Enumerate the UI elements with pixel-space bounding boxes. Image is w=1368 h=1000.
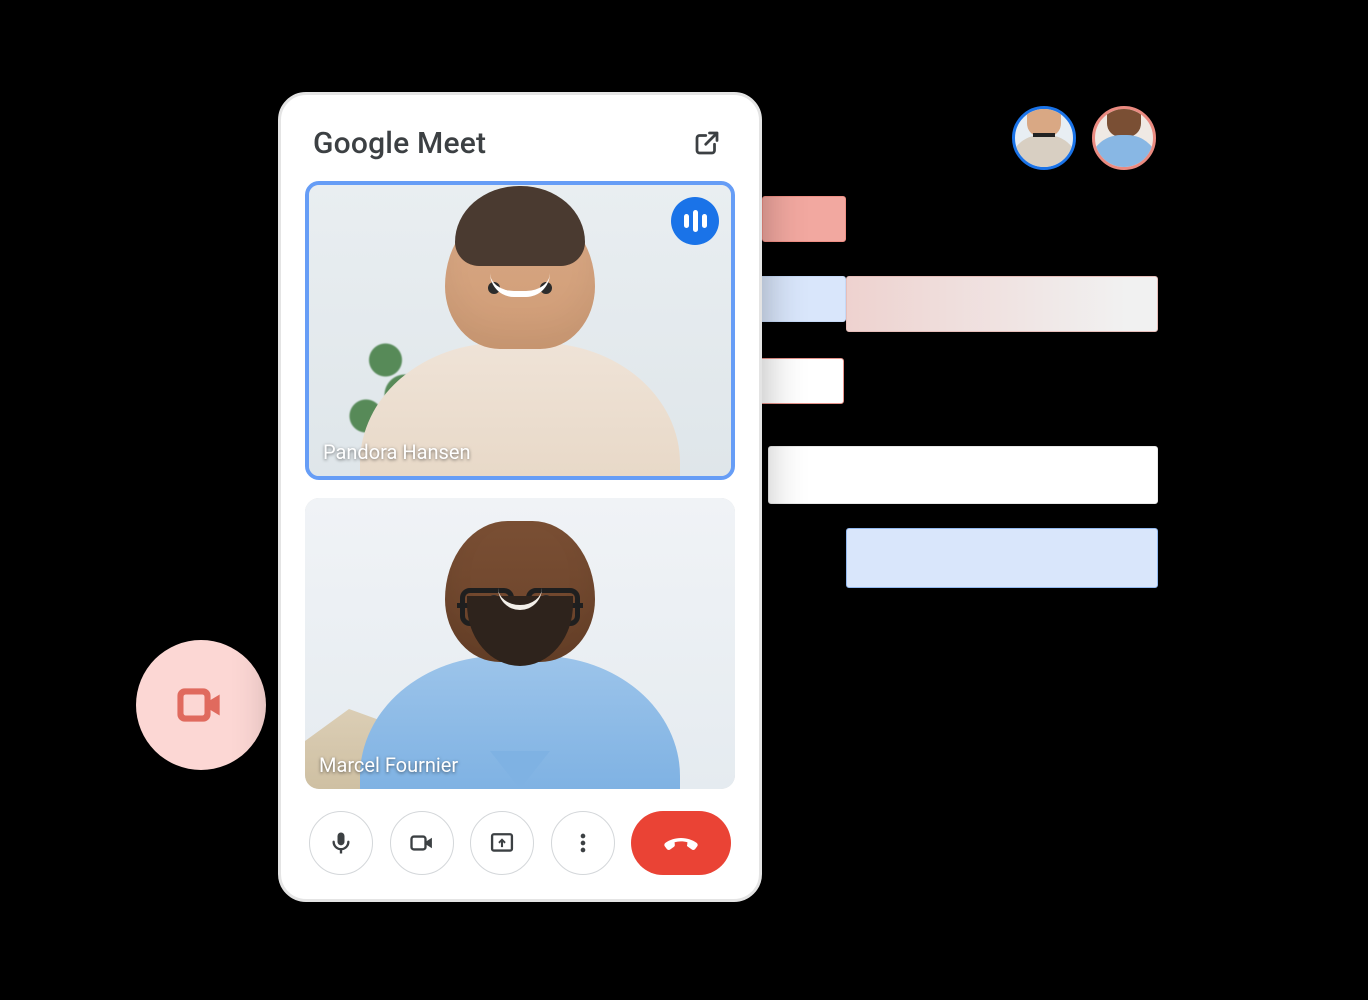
participant-name: Pandora Hansen <box>323 440 471 464</box>
more-vertical-icon <box>569 829 597 857</box>
pop-out-button[interactable] <box>687 123 727 163</box>
meet-pip-panel: Google Meet <box>278 92 762 902</box>
participant-name: Marcel Fournier <box>319 753 458 777</box>
participant-tile[interactable]: Marcel Fournier <box>305 498 735 789</box>
hang-up-button[interactable] <box>631 811 731 875</box>
open-in-new-icon <box>692 128 722 158</box>
avatar <box>1012 106 1076 170</box>
participant-video <box>305 498 735 789</box>
video-icon <box>173 677 229 733</box>
promo-stage: Google Meet <box>0 0 1368 1000</box>
participant-video <box>309 185 731 476</box>
participant-tile[interactable]: Pandora Hansen <box>305 181 735 480</box>
hang-up-icon <box>661 823 701 863</box>
schedule-block <box>846 528 1158 588</box>
video-grid: Pandora Hansen <box>305 181 735 789</box>
present-screen-icon <box>488 829 516 857</box>
video-icon <box>408 829 436 857</box>
app-title: Google Meet <box>313 126 486 161</box>
present-button[interactable] <box>470 811 534 875</box>
meet-header: Google Meet <box>305 119 735 181</box>
more-options-button[interactable] <box>551 811 615 875</box>
microphone-icon <box>327 829 355 857</box>
camera-toggle-button[interactable] <box>390 811 454 875</box>
speaking-indicator-icon <box>671 197 719 245</box>
schedule-block <box>846 276 1158 332</box>
call-controls <box>305 789 735 879</box>
floating-video-badge <box>136 640 266 770</box>
mute-button[interactable] <box>309 811 373 875</box>
avatar <box>1092 106 1156 170</box>
schedule-block <box>768 446 1158 504</box>
schedule-block <box>762 196 846 242</box>
